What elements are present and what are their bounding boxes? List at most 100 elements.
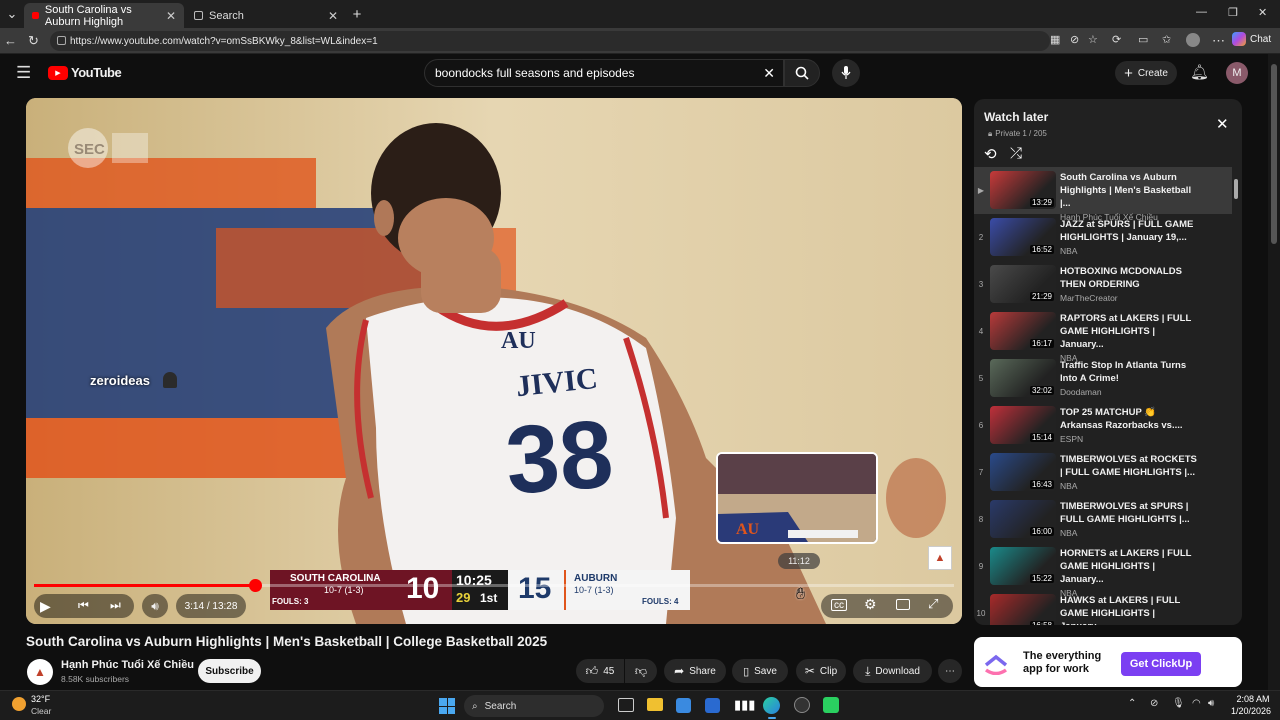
- subscribe-button[interactable]: Subscribe: [198, 659, 261, 683]
- volume-tray-icon[interactable]: 🔊︎: [1208, 698, 1214, 709]
- tab-youtube[interactable]: South Carolina vs Auburn Highligh ✕: [24, 3, 184, 28]
- clear-search-icon[interactable]: ✕: [763, 65, 775, 82]
- youtube-logo[interactable]: ▶ YouTube: [48, 65, 122, 80]
- save-button[interactable]: ▯ Save: [732, 659, 788, 683]
- close-window-icon[interactable]: ✕: [1258, 6, 1267, 19]
- playlist-item[interactable]: 4 16:17 RAPTORS at LAKERS | FULL GAME HIGH…: [974, 308, 1232, 363]
- playlist-item[interactable]: 5 32:02 Traffic Stop In Atlanta Turns Into…: [974, 355, 1232, 402]
- minimize-icon[interactable]: —: [1196, 6, 1207, 18]
- next-icon[interactable]: ⏭︎: [110, 598, 121, 613]
- taskbar-search[interactable]: ⌕ Search: [464, 695, 604, 717]
- edge-browser-icon[interactable]: [763, 697, 780, 714]
- voice-search-button[interactable]: [832, 59, 860, 87]
- fullscreen-icon[interactable]: ⤢: [928, 596, 938, 612]
- playlist-item-thumbnail[interactable]: 21:29: [990, 265, 1056, 303]
- ad-banner[interactable]: The everything app for work Get ClickUp: [974, 637, 1242, 687]
- theater-mode-icon[interactable]: [896, 599, 910, 610]
- playlist-item-thumbnail[interactable]: 16:58: [990, 594, 1056, 625]
- playlist-item-title[interactable]: TIMBERWOLVES at ROCKETS | FULL GAME HIGH…: [1060, 453, 1200, 479]
- close-tab-icon[interactable]: ✕: [328, 9, 338, 23]
- more-actions-button[interactable]: ⋯: [938, 659, 962, 683]
- editor-app-icon[interactable]: [705, 698, 720, 713]
- channel-avatar[interactable]: ▲: [27, 659, 53, 685]
- app-icon[interactable]: [794, 697, 810, 713]
- favorites-list-icon[interactable]: ✩: [1162, 33, 1171, 46]
- chat-app-icon[interactable]: [823, 697, 839, 713]
- volume-icon[interactable]: 🔊︎: [142, 594, 168, 618]
- loop-icon[interactable]: ⟲: [984, 145, 997, 163]
- scrollbar-thumb[interactable]: [1234, 179, 1238, 199]
- like-button[interactable]: 👍︎ 45: [576, 659, 624, 683]
- reader-icon[interactable]: ▦: [1050, 33, 1060, 46]
- page-scrollbar[interactable]: [1268, 54, 1280, 690]
- playlist-item[interactable]: 9 15:22 HORNETS at LAKERS | FULL GAME HIGH…: [974, 543, 1232, 598]
- store-icon[interactable]: [676, 698, 691, 713]
- playlist-item-title[interactable]: TIMBERWOLVES at SPURS | FULL GAME HIGHLI…: [1060, 500, 1200, 526]
- playlist-item[interactable]: 7 16:43 TIMBERWOLVES at ROCKETS | FULL GAM…: [974, 449, 1232, 496]
- split-icon[interactable]: ▭: [1138, 33, 1148, 46]
- refresh-icon[interactable]: ↻: [28, 33, 39, 49]
- new-tab-button[interactable]: +: [348, 5, 366, 23]
- playlist-item-thumbnail[interactable]: 16:17: [990, 312, 1056, 350]
- settings-gear-icon[interactable]: ⚙︎: [864, 596, 877, 613]
- playlist-item-title[interactable]: HAWKS at LAKERS | FULL GAME HIGHLIGHTS |…: [1060, 594, 1200, 625]
- dislike-button[interactable]: 👎︎: [625, 659, 657, 683]
- download-button[interactable]: ⤓ Download: [853, 659, 932, 683]
- playlist-item-thumbnail[interactable]: 15:22: [990, 547, 1056, 585]
- playlist-item-thumbnail[interactable]: 13:29: [990, 171, 1056, 209]
- playlist-item[interactable]: 3 21:29 HOTBOXING MCDONALDS THEN ORDERING M…: [974, 261, 1232, 308]
- task-view-icon[interactable]: [618, 698, 634, 712]
- playlist-item[interactable]: 8 16:00 TIMBERWOLVES at SPURS | FULL GAME …: [974, 496, 1232, 543]
- playlist-scrollbar[interactable]: [1232, 167, 1240, 625]
- microphone-tray-icon[interactable]: 🎙︎: [1172, 698, 1185, 709]
- playlist-item[interactable]: 10 16:58 HAWKS at LAKERS | FULL GAME HIGHL…: [974, 590, 1232, 625]
- captions-icon[interactable]: cc: [831, 599, 847, 611]
- playlist-item-title[interactable]: HOTBOXING MCDONALDS THEN ORDERING: [1060, 265, 1200, 291]
- show-hidden-icons[interactable]: ⌃: [1128, 698, 1136, 709]
- notifications-bell-icon[interactable]: 🔔︎: [1190, 63, 1209, 81]
- ad-cta-button[interactable]: Get ClickUp: [1121, 652, 1201, 676]
- url-field[interactable]: https://www.youtube.com/watch?v=omSsBKWk…: [50, 31, 1050, 51]
- clock-date[interactable]: 1/20/2026: [1226, 706, 1276, 716]
- create-button[interactable]: + Create: [1115, 61, 1177, 85]
- close-playlist-icon[interactable]: ✕: [1216, 115, 1229, 133]
- play-icon[interactable]: ▶: [40, 598, 51, 615]
- site-info-icon[interactable]: [57, 36, 66, 45]
- favorite-icon[interactable]: ☆: [1088, 33, 1098, 46]
- previous-icon[interactable]: ⏮︎: [78, 598, 89, 613]
- clock-time[interactable]: 2:08 AM: [1230, 694, 1276, 704]
- extensions-icon[interactable]: ⟳: [1112, 33, 1121, 46]
- progress-scrubber[interactable]: [248, 579, 262, 592]
- playlist-item-title[interactable]: TOP 25 MATCHUP 👏 Arkansas Razorbacks vs.…: [1060, 406, 1200, 432]
- close-tab-icon[interactable]: ✕: [166, 9, 176, 23]
- more-icon[interactable]: ⋯: [1212, 33, 1225, 49]
- clip-button[interactable]: ✂ Clip: [796, 659, 846, 683]
- menu-icon[interactable]: ☰: [16, 63, 31, 83]
- account-avatar[interactable]: M: [1226, 62, 1248, 84]
- playlist-item-thumbnail[interactable]: 15:14: [990, 406, 1056, 444]
- profile-icon[interactable]: [1186, 33, 1200, 47]
- playlist-item-title[interactable]: RAPTORS at LAKERS | FULL GAME HIGHLIGHTS…: [1060, 312, 1200, 351]
- tab-search[interactable]: Search ✕: [186, 3, 346, 28]
- search-button[interactable]: [784, 59, 820, 87]
- playlist-item[interactable]: ▶ 13:29 South Carolina vs Auburn Highlight…: [974, 167, 1232, 222]
- playlist-item-title[interactable]: HORNETS at LAKERS | FULL GAME HIGHLIGHTS…: [1060, 547, 1200, 586]
- file-explorer-icon[interactable]: [647, 698, 663, 711]
- weather-icon[interactable]: [12, 697, 26, 711]
- playlist-title[interactable]: Watch later: [984, 110, 1048, 124]
- share-button[interactable]: ➦ Share: [664, 659, 726, 683]
- playlist-item-thumbnail[interactable]: 16:52: [990, 218, 1056, 256]
- back-icon[interactable]: ←: [4, 33, 17, 48]
- channel-branding-icon[interactable]: ▲: [928, 546, 952, 570]
- restore-icon[interactable]: ❐: [1228, 6, 1238, 19]
- playlist-item-title[interactable]: JAZZ at SPURS | FULL GAME HIGHLIGHTS | J…: [1060, 218, 1200, 244]
- playlist-item-thumbnail[interactable]: 32:02: [990, 359, 1056, 397]
- vpn-icon[interactable]: ⊘: [1150, 698, 1158, 709]
- tracking-icon[interactable]: ⊘: [1070, 33, 1079, 46]
- playlist-item-title[interactable]: Traffic Stop In Atlanta Turns Into A Cri…: [1060, 359, 1200, 385]
- playlist-item-thumbnail[interactable]: 16:00: [990, 500, 1056, 538]
- playlist-item-title[interactable]: South Carolina vs Auburn Highlights | Me…: [1060, 171, 1200, 210]
- audio-app-icon[interactable]: ▮▮▮: [734, 697, 755, 713]
- playlist-item-thumbnail[interactable]: 16:43: [990, 453, 1056, 491]
- copilot-chat-button[interactable]: Chat: [1232, 32, 1271, 46]
